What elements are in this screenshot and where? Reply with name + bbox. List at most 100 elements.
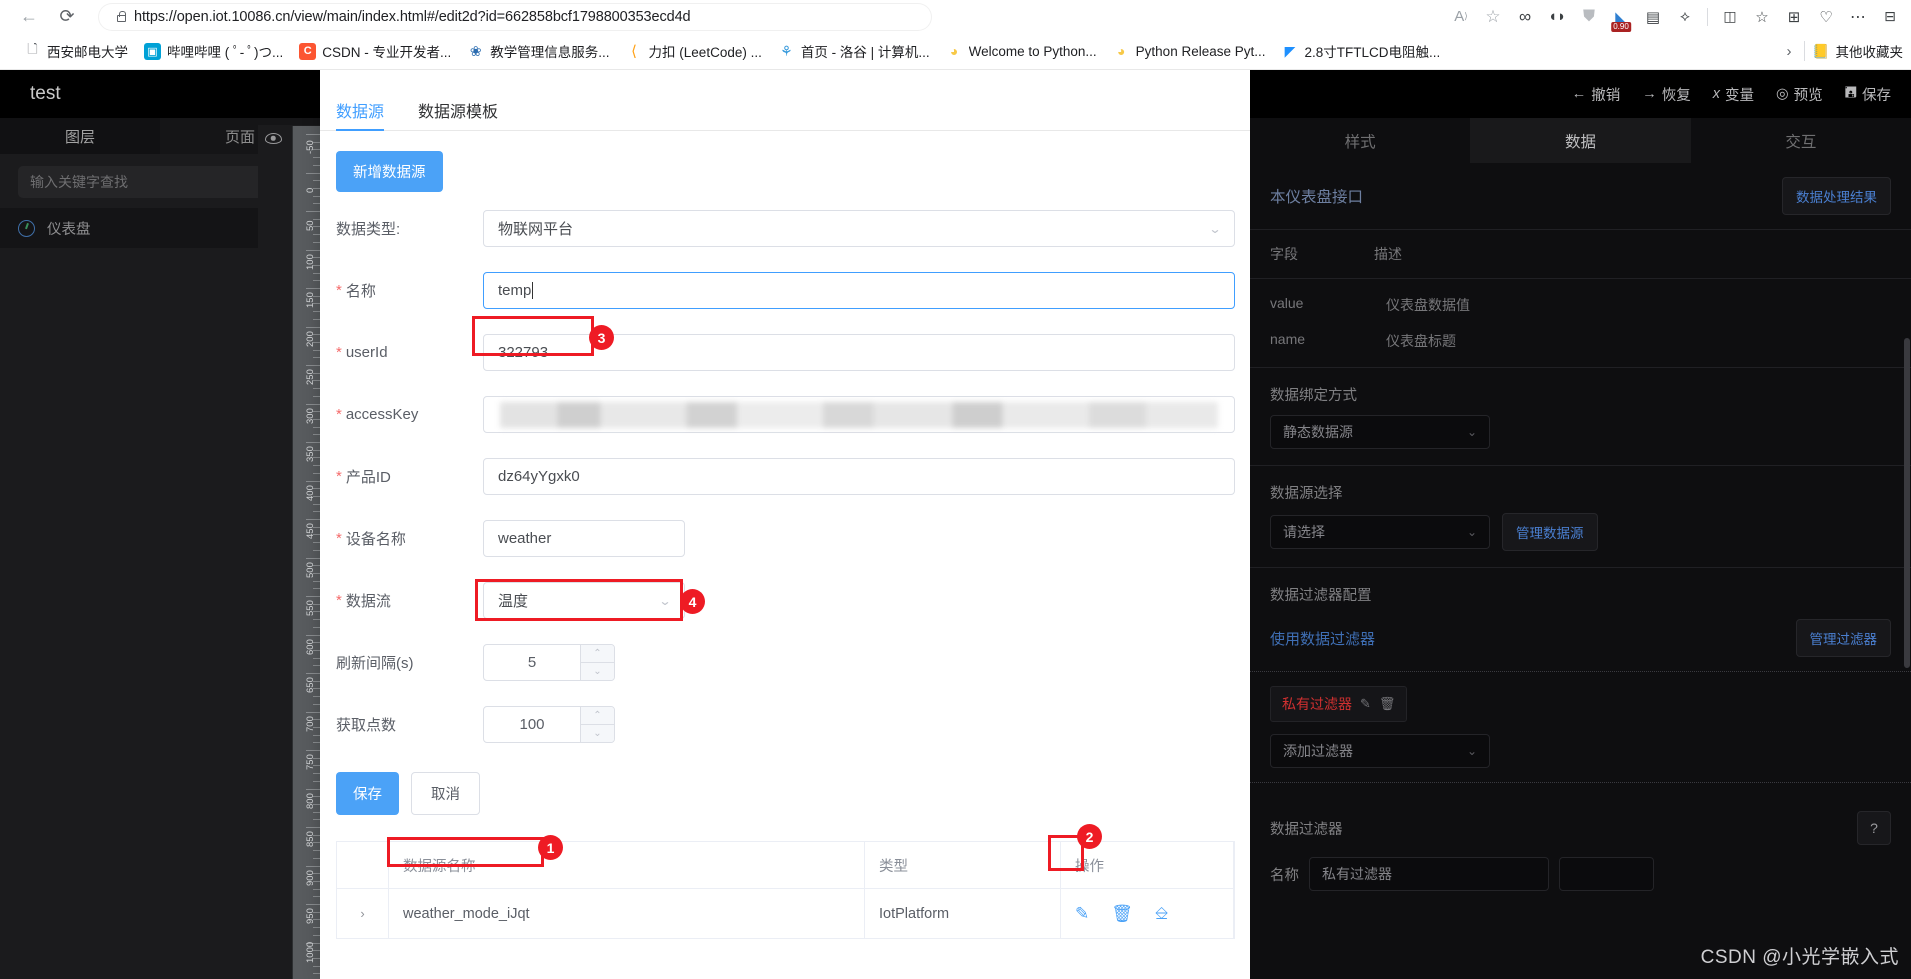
tab-datasource[interactable]: 数据源 [336, 98, 385, 131]
source-select-value: 请选择 [1283, 524, 1325, 540]
bookmark-item[interactable]: ⟨ 力扣 (LeetCode) ... [618, 38, 770, 64]
stepper-up-icon[interactable]: ⌃ [581, 645, 614, 663]
back-button[interactable]: ← [10, 2, 48, 32]
save-button[interactable]: 保存 [336, 772, 399, 815]
stepper-down-icon[interactable]: ⌄ [581, 725, 614, 742]
edit-icon[interactable]: ✎ [1075, 904, 1089, 924]
bookmark-label: 首页 - 洛谷 | 计算机... [800, 45, 930, 60]
tab-style[interactable]: 样式 [1250, 118, 1470, 163]
accesskey-input[interactable] [483, 396, 1235, 433]
browser-essentials-icon[interactable]: ♡ [1811, 3, 1841, 31]
expand-chevron-icon[interactable]: › [337, 889, 389, 939]
devicename-input[interactable]: weather [483, 520, 685, 557]
bookmark-item[interactable]: ⚘ 首页 - 洛谷 | 计算机... [770, 38, 938, 64]
collections-icon[interactable]: ▤ [1638, 3, 1668, 31]
point-count-stepper[interactable]: 100 ⌃ ⌄ [483, 706, 615, 743]
filter-name-input[interactable]: 私有过滤器 [1309, 857, 1549, 891]
tab-interaction[interactable]: 交互 [1691, 118, 1911, 163]
source-select[interactable]: 请选择 ⌄ [1270, 515, 1490, 549]
ruler-tick [313, 819, 320, 821]
ruler-tick [306, 865, 320, 867]
split-dot-extension-icon[interactable]: ◖◗ [1542, 3, 1572, 31]
label-devicename: * 设备名称 [336, 528, 483, 549]
add-tab-group-icon[interactable]: ⊞ [1779, 3, 1809, 31]
manage-datasource-button[interactable]: 管理数据源 [1502, 513, 1598, 551]
table-row[interactable]: › weather_mode_iJqt IotPlatform ✎ 🗑 ⎒ [337, 889, 1234, 939]
bookmark-item[interactable]: ❀ 教学管理信息服务... [459, 38, 617, 64]
settings-more-icon[interactable]: ⋯ [1843, 3, 1873, 31]
datastream-select[interactable]: 温度 ⌄ [483, 582, 685, 619]
filter-name-value: 私有过滤器 [1322, 866, 1392, 882]
export-icon[interactable]: ⎒ [1155, 904, 1168, 924]
use-filter-label[interactable]: 使用数据过滤器 [1270, 628, 1375, 649]
tftlcd-icon: ◤ [1281, 42, 1299, 60]
tab-data[interactable]: 数据 [1470, 118, 1691, 163]
panel-scrollbar[interactable] [1904, 338, 1910, 668]
sidebar-toggle-icon[interactable]: ⊟ [1875, 3, 1905, 31]
datatype-select[interactable]: 物联网平台 ⌄ [483, 210, 1235, 247]
chevron-right-icon[interactable]: › [1775, 43, 1804, 60]
read-aloud-icon[interactable]: A ⟩ [1446, 3, 1476, 31]
tab-datasource-template[interactable]: 数据源模板 [418, 98, 498, 130]
bookmark-label: Python Release Pyt... [1135, 43, 1266, 59]
puzzle-extensions-icon[interactable]: ⟡ [1670, 3, 1700, 31]
ruler-tick-label: 100 [305, 253, 316, 270]
th-name: 数据源名称 [389, 842, 865, 889]
infinity-extension-icon[interactable]: ∞ [1510, 3, 1540, 31]
delete-icon[interactable]: 🗑 [1111, 904, 1133, 924]
ruler-tick [313, 927, 320, 929]
star-icon[interactable]: ☆ [1478, 3, 1508, 31]
save-project-button[interactable]: 🖪 保存 [1845, 82, 1891, 107]
bookmark-item[interactable]: C CSDN - 专业开发者... [291, 38, 459, 64]
ruler-tick [313, 549, 320, 551]
refresh-interval-stepper[interactable]: 5 ⌃ ⌄ [483, 644, 615, 681]
delete-icon[interactable]: 🗑 [1379, 696, 1396, 712]
ruler-tick-label: 50 [305, 220, 316, 231]
label-text: userId [345, 344, 388, 361]
speed-badge: 0.90 [1611, 21, 1631, 32]
process-result-button[interactable]: 数据处理结果 [1782, 177, 1891, 215]
filter-config-section: 数据过滤器配置 使用数据过滤器 管理过滤器 私有过滤器 ✎ 🗑 添加过滤器 ⌄ [1250, 568, 1911, 799]
undo-button[interactable]: ← 撤销 [1572, 84, 1621, 105]
ruler-eye-icon[interactable] [260, 125, 286, 151]
reload-button[interactable]: ⟳ [48, 2, 86, 32]
help-button[interactable]: ? [1857, 811, 1891, 845]
browser-toolbar: ← ⟳ https://open.iot.10086.cn/view/main/… [0, 0, 1911, 33]
ruler-tick [306, 249, 320, 251]
gauge-icon [18, 219, 35, 237]
split-screen-icon[interactable]: ◫ [1715, 3, 1745, 31]
private-filter-chip[interactable]: 私有过滤器 ✎ 🗑 [1270, 686, 1408, 722]
preview-button[interactable]: ◎ 预览 [1776, 84, 1823, 105]
productid-input[interactable]: dz64yYgxk0 [483, 458, 1235, 495]
variables-button[interactable]: x 变量 [1713, 84, 1754, 105]
project-title: test [0, 70, 320, 118]
ruler-tick [306, 711, 320, 713]
stepper-down-icon[interactable]: ⌄ [581, 663, 614, 680]
other-bookmarks-folder[interactable]: 📒 其他收藏夹 [1805, 38, 1911, 64]
favorites-icon[interactable]: ☆ [1747, 3, 1777, 31]
tab-layers[interactable]: 图层 [0, 118, 160, 154]
bind-mode-select[interactable]: 静态数据源 ⌄ [1270, 415, 1490, 449]
bookmark-item[interactable]: ◤ 2.8寸TFTLCD电阻触... [1274, 38, 1449, 64]
chevron-down-icon: ⌄ [1466, 744, 1477, 758]
edit-icon[interactable]: ✎ [1360, 696, 1371, 712]
add-datasource-button[interactable]: 新增数据源 [336, 151, 443, 192]
bookmark-item[interactable]: ◕ Python Release Pyt... [1105, 38, 1274, 64]
bookmark-item[interactable]: ▣ 哔哩哔哩 ( ﾟ- ﾟ)つ... [136, 38, 291, 64]
ruler-tick [306, 134, 320, 135]
add-filter-select[interactable]: 添加过滤器 ⌄ [1270, 734, 1490, 768]
address-bar[interactable]: https://open.iot.10086.cn/view/main/inde… [98, 2, 932, 31]
datatype-value: 物联网平台 [498, 221, 574, 238]
name-input[interactable]: temp [483, 272, 1235, 309]
redo-button[interactable]: → 恢复 [1642, 84, 1691, 105]
shield-extension-icon[interactable]: ⛊ [1574, 3, 1604, 31]
speed-extension-icon[interactable]: ◣ 0.90 [1606, 3, 1636, 32]
filter-extra-input[interactable] [1559, 857, 1654, 891]
bookmark-item[interactable]: ◕ Welcome to Python... [938, 38, 1105, 64]
stepper-up-icon[interactable]: ⌃ [581, 707, 614, 725]
manage-filter-button[interactable]: 管理过滤器 [1795, 619, 1891, 657]
cancel-button[interactable]: 取消 [411, 772, 480, 815]
ruler-tick [313, 888, 320, 890]
bookmark-label: 西安邮电大学 [47, 45, 128, 60]
bookmark-item[interactable]: 🗋 西安邮电大学 [16, 38, 136, 64]
